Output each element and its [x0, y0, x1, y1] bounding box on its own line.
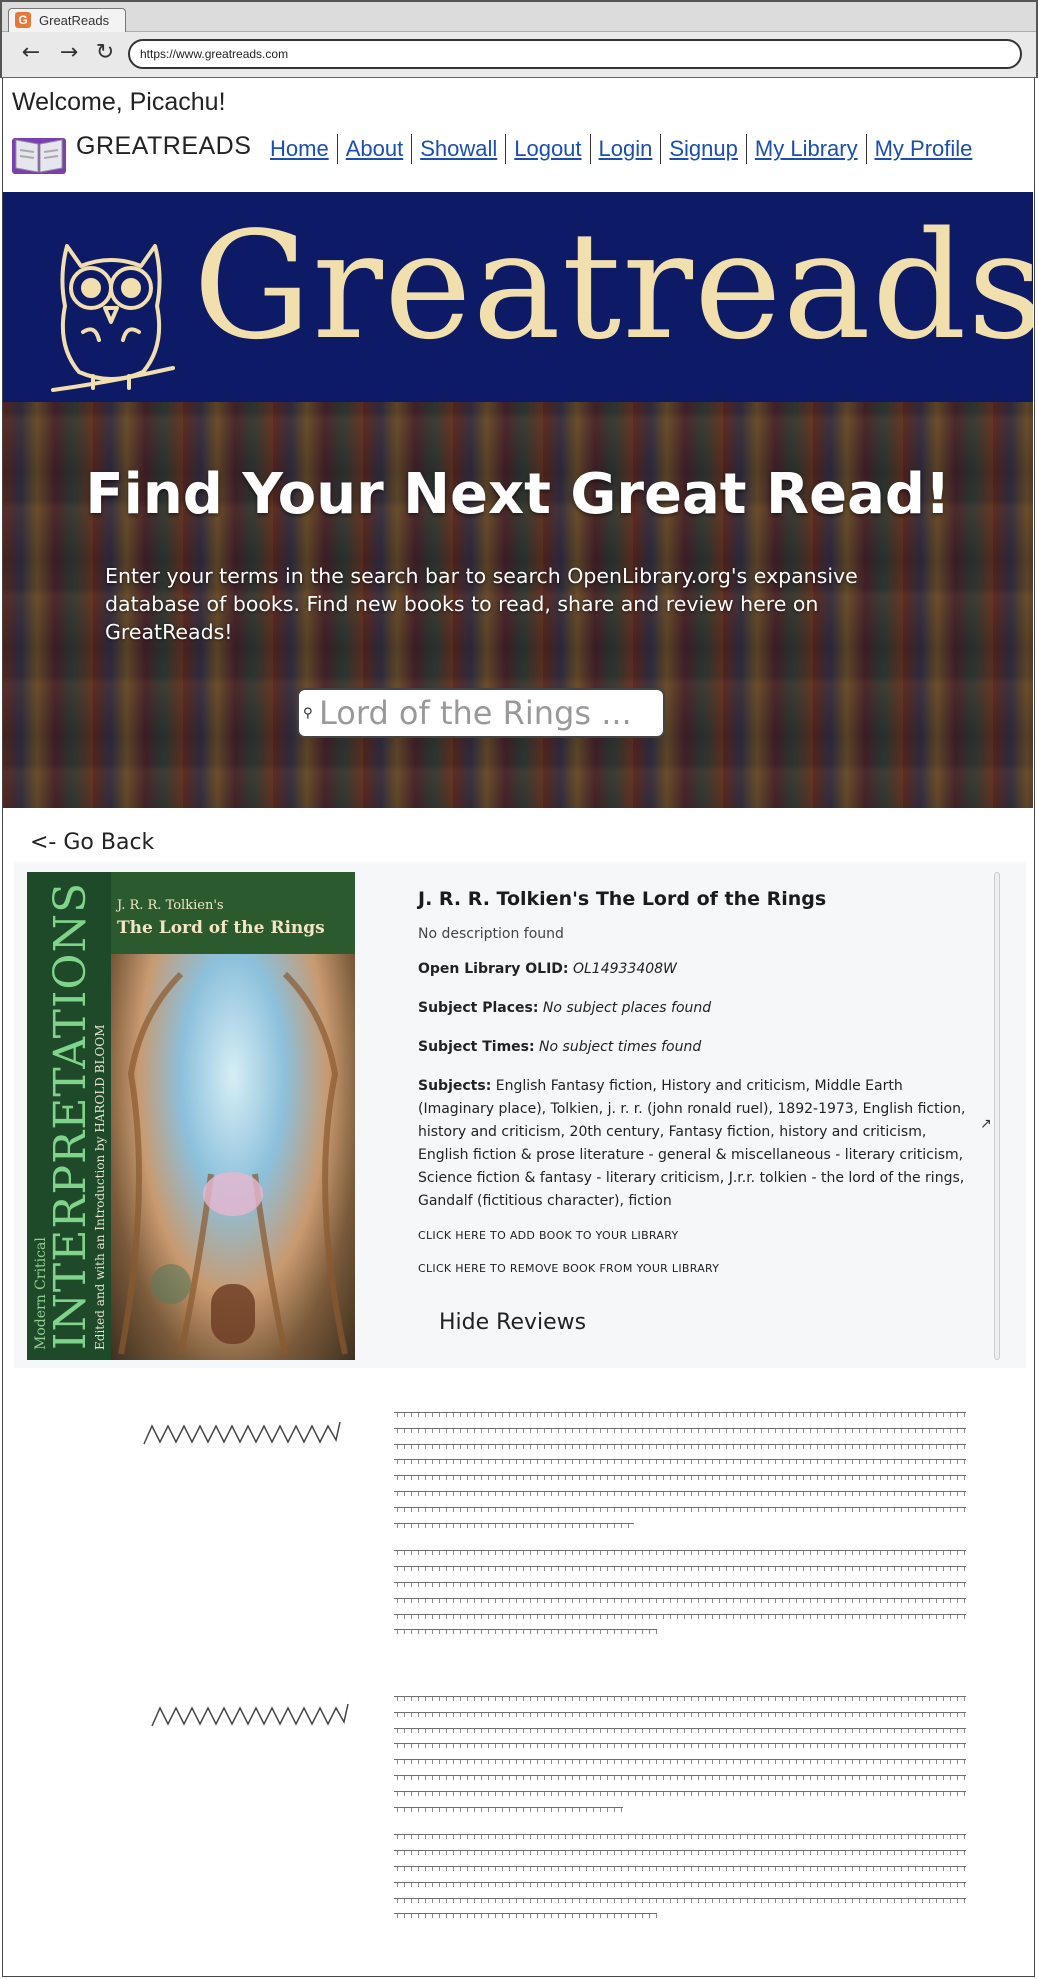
book-cover-image: J. R. R. Tolkien's The Lord of the Rings… [27, 872, 355, 1360]
nav-logout[interactable]: Logout [506, 134, 591, 164]
olid-row: Open Library OLID: OL14933408W [418, 958, 978, 981]
banner-title: Greatreads [193, 200, 1033, 372]
search-icon: ⚲ [303, 706, 313, 721]
url-text: https://www.greatreads.com [140, 47, 289, 61]
welcome-message: Welcome, Picachu! [12, 88, 226, 116]
tab-strip: G GreatReads [2, 2, 1036, 32]
olid-label: Open Library OLID: [418, 961, 569, 977]
greatreads-banner: Greatreads [3, 192, 1033, 402]
search-input[interactable] [319, 692, 659, 734]
browser-tab[interactable]: G GreatReads [8, 8, 126, 32]
review-2-text [394, 1696, 966, 1929]
subject-times-label: Subject Times: [418, 1039, 535, 1055]
nav-login[interactable]: Login [591, 134, 662, 164]
nav-about[interactable]: About [338, 134, 413, 164]
cover-title-line: The Lord of the Rings [117, 918, 325, 938]
nav-signup[interactable]: Signup [661, 134, 747, 164]
book-logo-icon [12, 138, 66, 174]
hero-description: Enter your terms in the search bar to se… [105, 564, 858, 644]
favicon-icon: G [15, 12, 31, 28]
search-box[interactable]: ⚲ [297, 688, 665, 738]
review-1-text [394, 1412, 966, 1645]
subject-times-row: Subject Times: No subject times found [418, 1036, 978, 1059]
book-description: No description found [418, 926, 564, 942]
subject-places-value: No subject places found [542, 1000, 712, 1016]
nav-my-profile[interactable]: My Profile [867, 134, 973, 164]
tab-title: GreatReads [39, 13, 110, 28]
cover-artwork [111, 954, 355, 1360]
review-2-signature [151, 1703, 349, 1727]
mouse-cursor-icon: ↗ [980, 1116, 992, 1132]
subject-places-row: Subject Places: No subject places found [418, 997, 978, 1020]
cover-author-line: J. R. R. Tolkien's [117, 898, 224, 913]
forward-arrow-icon[interactable]: → [56, 40, 82, 66]
nav-showall[interactable]: Showall [412, 134, 507, 164]
cover-series-big: INTERPRETATIONS [45, 881, 96, 1350]
subjects-row: Subjects: English Fantasy fiction, Histo… [418, 1075, 978, 1213]
review-1-signature [143, 1421, 341, 1445]
brand-name: GREATREADS [76, 132, 252, 160]
book-title: J. R. R. Tolkien's The Lord of the Rings [418, 888, 827, 910]
olid-value: OL14933408W [572, 961, 677, 977]
hide-reviews-button[interactable]: Hide Reviews [439, 1310, 586, 1335]
search-hero: Find Your Next Great Read! Enter your te… [3, 402, 1033, 808]
browser-chrome: G GreatReads ← → ↻ https://www.greatread… [0, 0, 1038, 78]
add-to-library-link[interactable]: CLICK HERE TO ADD BOOK TO YOUR LIBRARY [418, 1229, 978, 1242]
nav-my-library[interactable]: My Library [747, 134, 867, 164]
owl-logo-icon [51, 244, 175, 392]
hero-title: Find Your Next Great Read! [85, 462, 951, 527]
card-scrollbar[interactable] [994, 872, 1000, 1360]
subject-places-label: Subject Places: [418, 1000, 539, 1016]
nav-home[interactable]: Home [262, 134, 338, 164]
cover-series-vertical: Modern Critical INTERPRETATIONS Edited a… [33, 880, 107, 1350]
address-bar[interactable]: https://www.greatreads.com [128, 39, 1022, 69]
back-arrow-icon[interactable]: ← [18, 40, 44, 66]
subjects-label: Subjects: [418, 1078, 492, 1094]
book-details: J. R. R. Tolkien's The Lord of the Rings… [418, 888, 978, 1295]
subjects-value: English Fantasy fiction, History and cri… [418, 1078, 966, 1209]
reload-icon[interactable]: ↻ [92, 40, 118, 66]
go-back-link[interactable]: <- Go Back [30, 830, 154, 855]
main-nav: Home About Showall Logout Login Signup M… [262, 134, 972, 164]
subject-times-value: No subject times found [539, 1039, 702, 1055]
remove-from-library-link[interactable]: CLICK HERE TO REMOVE BOOK FROM YOUR LIBR… [418, 1262, 978, 1275]
